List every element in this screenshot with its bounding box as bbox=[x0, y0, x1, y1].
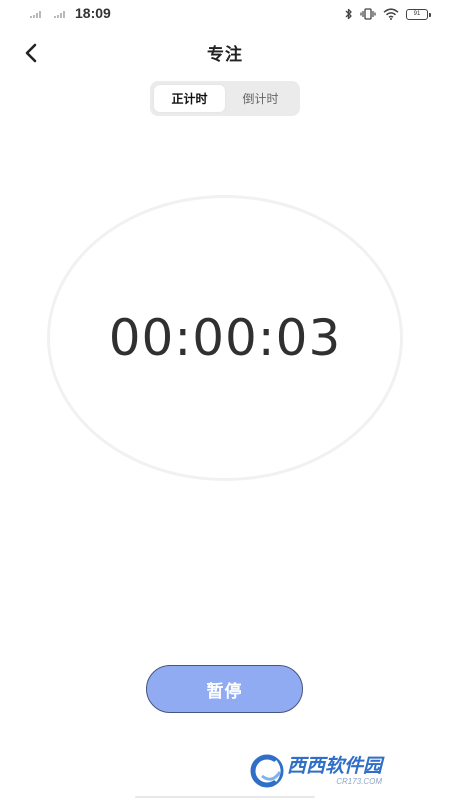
watermark-main-text: 西西软件园 bbox=[287, 754, 383, 777]
status-icons: 91 bbox=[345, 6, 431, 22]
signal-icon bbox=[30, 10, 41, 18]
header: 专注 bbox=[0, 30, 450, 76]
wifi-icon bbox=[383, 8, 399, 20]
pause-button[interactable]: 暂停 bbox=[146, 665, 303, 713]
vibrate-icon bbox=[360, 8, 376, 20]
signal-icon bbox=[54, 10, 65, 18]
status-bar: 18:09 91 bbox=[0, 0, 450, 28]
tab-count-up[interactable]: 正计时 bbox=[154, 85, 225, 112]
battery-icon: 91 bbox=[406, 8, 431, 20]
watermark-logo-icon bbox=[250, 754, 284, 788]
page-title: 专注 bbox=[207, 45, 243, 65]
status-time: 18:09 bbox=[75, 5, 111, 21]
home-indicator bbox=[135, 796, 315, 798]
bluetooth-icon bbox=[345, 8, 352, 20]
mode-tabs: 正计时 倒计时 bbox=[150, 81, 300, 116]
tab-count-down[interactable]: 倒计时 bbox=[225, 85, 296, 112]
watermark: 西西软件园 CR173.COM bbox=[250, 752, 430, 790]
timer-display: 00:00:03 bbox=[108, 309, 342, 367]
watermark-sub-text: CR173.COM bbox=[336, 776, 383, 786]
battery-level: 91 bbox=[413, 11, 421, 17]
